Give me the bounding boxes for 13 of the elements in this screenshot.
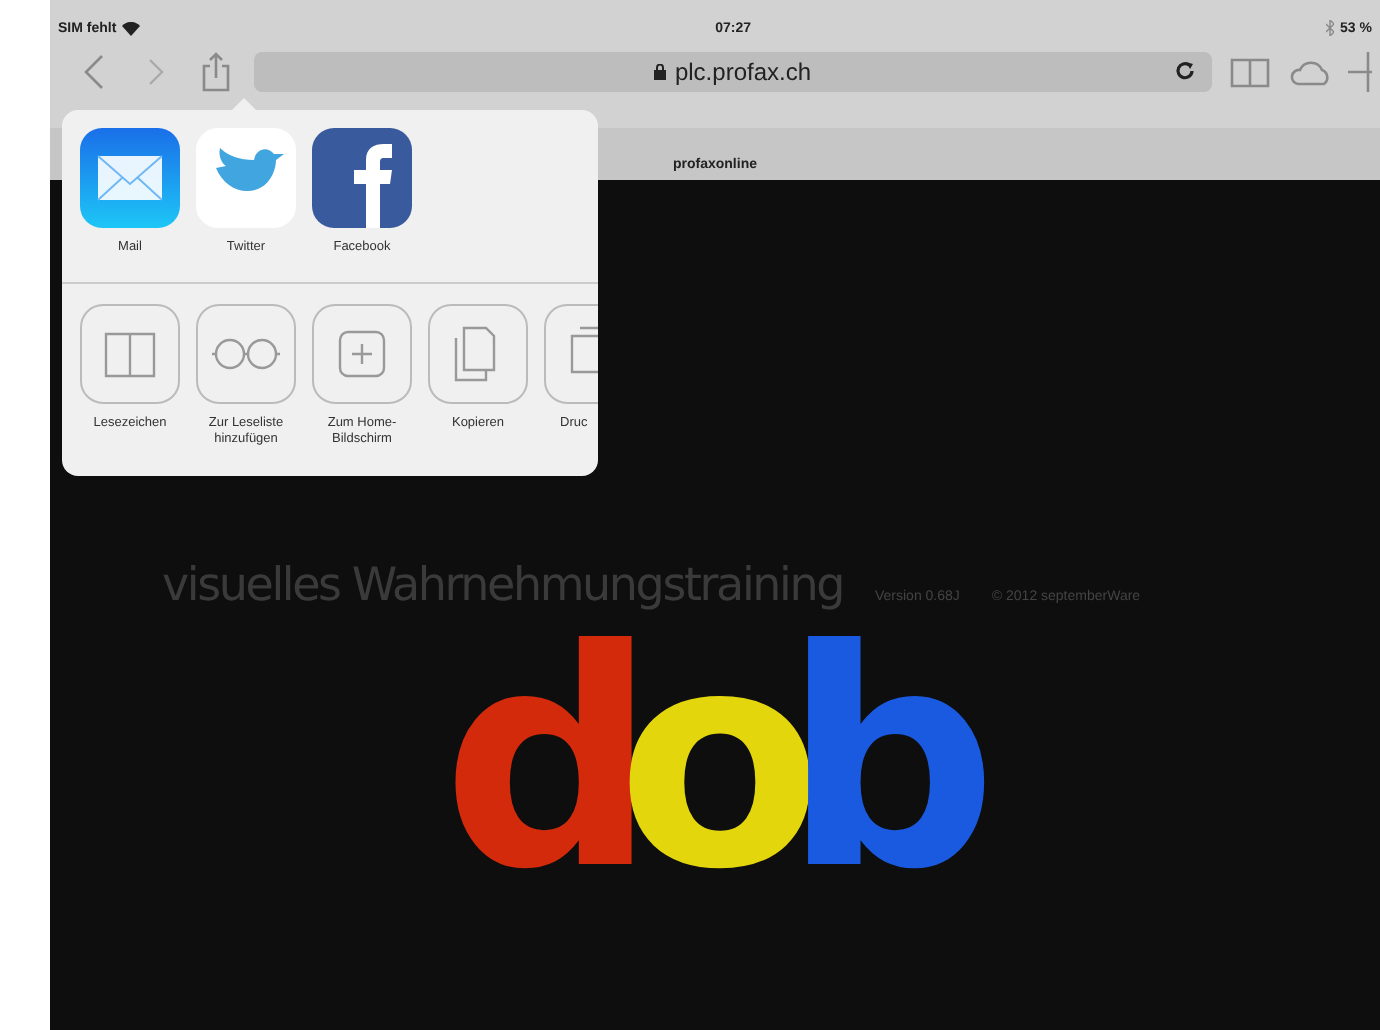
address-field[interactable]: plc.profax.ch xyxy=(254,52,1212,92)
bluetooth-icon xyxy=(1326,20,1335,36)
glasses-icon xyxy=(196,303,296,403)
twitter-icon xyxy=(196,128,296,228)
facebook-icon xyxy=(312,128,412,228)
add-icon[interactable] xyxy=(1348,50,1372,94)
wifi-icon xyxy=(122,21,141,35)
bookmark-icon xyxy=(80,303,180,403)
plus-icon xyxy=(312,303,412,403)
reload-icon[interactable] xyxy=(1174,60,1196,82)
mail-icon xyxy=(80,128,180,228)
copy-icon xyxy=(428,303,528,403)
lock-icon xyxy=(654,64,667,80)
